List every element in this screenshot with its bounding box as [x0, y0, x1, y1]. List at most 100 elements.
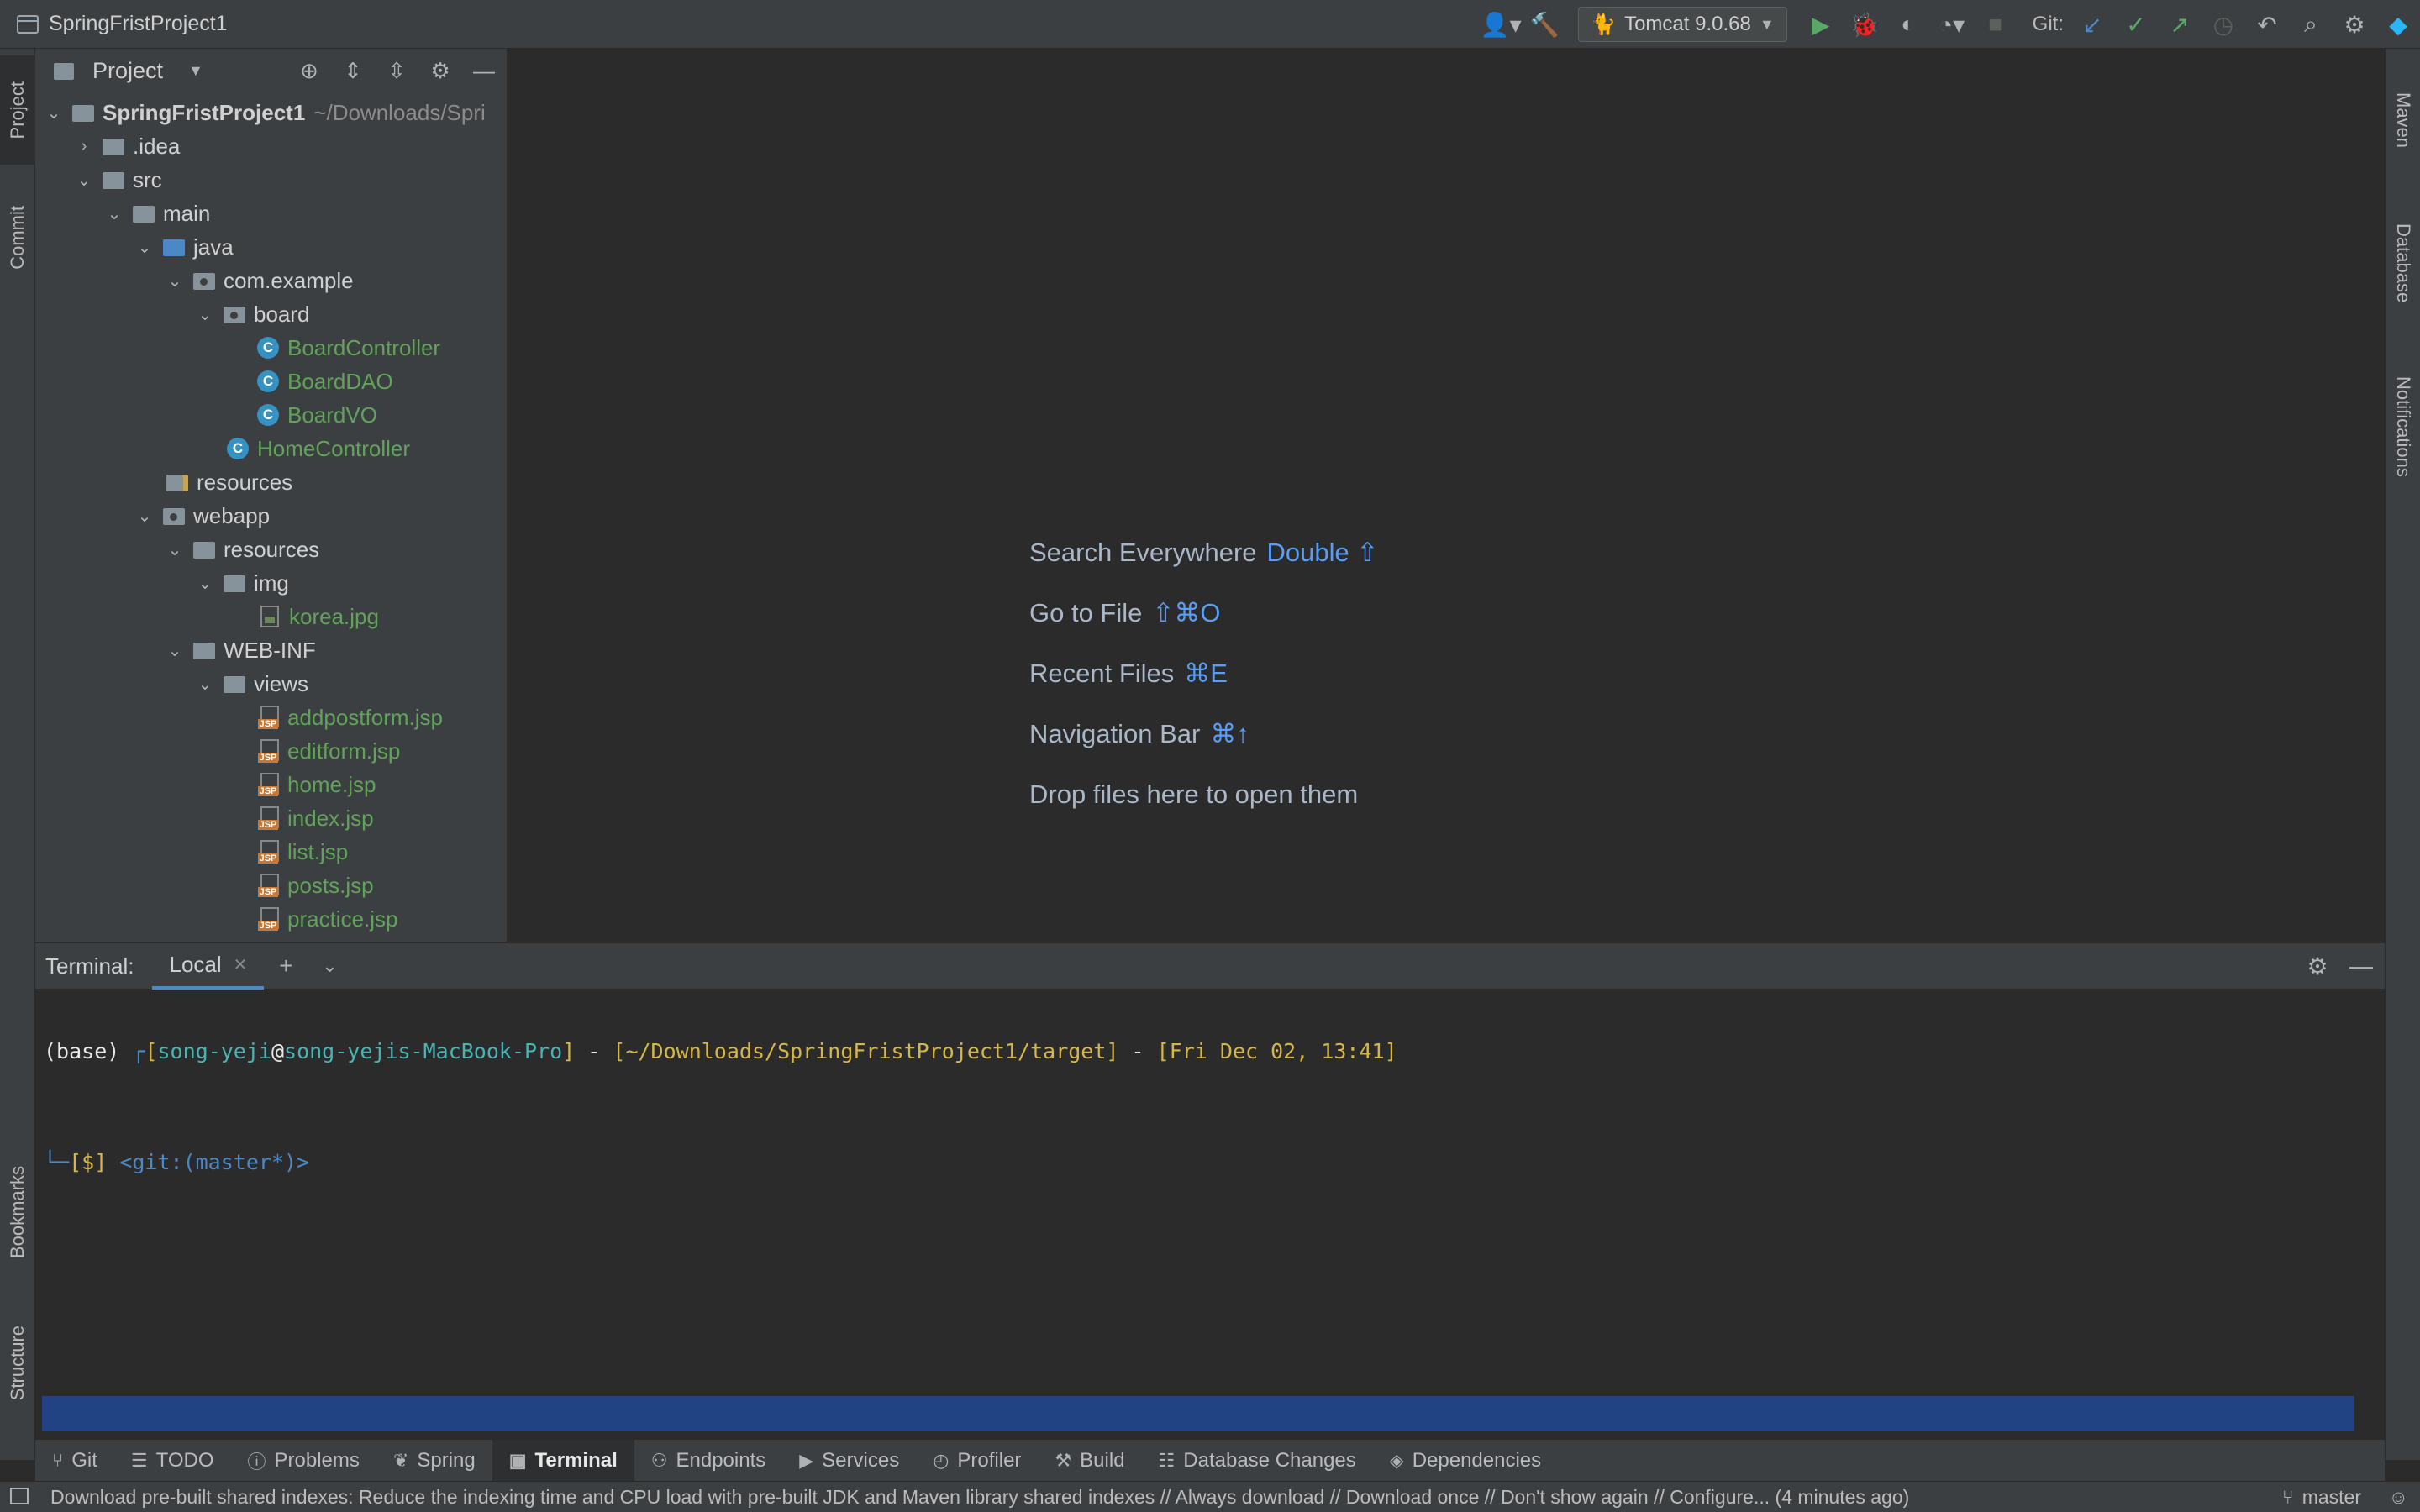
tree-item-img[interactable]: ⌄ img — [35, 566, 507, 600]
tool-tab-problems[interactable]: ⓘ Problems — [231, 1440, 376, 1482]
hint-shortcut: ⌘↑ — [1210, 719, 1249, 748]
tree-item-addpostform[interactable]: JSP addpostform.jsp — [35, 701, 507, 734]
tree-item-list[interactable]: JSP list.jsp — [35, 835, 507, 869]
terminal-settings-icon[interactable]: ⚙ — [2296, 942, 2339, 990]
debug-icon[interactable]: 🐞 — [1843, 0, 1886, 49]
chevron-down-icon[interactable]: ⌄ — [136, 506, 153, 527]
database-tool-tab[interactable]: Database — [2386, 183, 2420, 343]
chevron-down-icon[interactable]: ⌄ — [308, 942, 351, 990]
tree-item-practice[interactable]: JSP practice.jsp — [35, 902, 507, 936]
tree-item-boardvo[interactable]: C BoardVO — [35, 398, 507, 432]
tree-item-boarddao[interactable]: C BoardDAO — [35, 365, 507, 398]
maven-tool-tab[interactable]: Maven — [2386, 66, 2420, 175]
chevron-down-icon[interactable]: ⌄ — [166, 270, 183, 291]
tool-tab-label: Endpoints — [676, 1448, 766, 1472]
rollback-icon[interactable]: ↶ — [2245, 0, 2289, 49]
new-tab-plus-icon[interactable]: + — [264, 942, 308, 990]
expand-all-icon[interactable]: ⇕ — [337, 55, 369, 87]
run-config-select[interactable]: 🐈 Tomcat 9.0.68 ▼ — [1578, 7, 1787, 42]
tool-tab-git[interactable]: ⑂ Git — [35, 1440, 114, 1482]
chevron-down-icon[interactable]: ▼ — [188, 62, 203, 80]
stop-icon[interactable]: ■ — [1974, 0, 2018, 49]
commit-tool-tab[interactable]: Commit — [0, 183, 35, 292]
chevron-down-icon[interactable]: ⌄ — [197, 674, 213, 695]
project-panel-title[interactable]: Project — [92, 58, 163, 84]
terminal-line-2: └─[$] <git:(master*)> — [44, 1107, 2376, 1218]
hide-panel-icon[interactable]: — — [468, 55, 500, 87]
git-update-icon[interactable]: ↙ — [2070, 0, 2114, 49]
chevron-right-icon[interactable]: › — [76, 137, 92, 156]
project-tree: ⌄ SpringFristProject1 ~/Downloads/Spri ›… — [35, 96, 507, 936]
tree-item-korea-jpg[interactable]: korea.jpg — [35, 600, 507, 633]
tree-item-index[interactable]: JSP index.jsp — [35, 801, 507, 835]
terminal-tab-local[interactable]: Local ✕ — [152, 942, 265, 990]
tree-item-boardcontroller[interactable]: C BoardController — [35, 331, 507, 365]
search-icon[interactable]: ⌕ — [2289, 0, 2333, 49]
tree-item-src[interactable]: ⌄ src — [35, 163, 507, 197]
chevron-down-icon[interactable]: ⌄ — [106, 203, 123, 224]
tool-tab-dependencies[interactable]: ◈ Dependencies — [1373, 1440, 1558, 1482]
history-icon[interactable]: ◷ — [2202, 0, 2245, 49]
tree-item-root[interactable]: ⌄ SpringFristProject1 ~/Downloads/Spri — [35, 96, 507, 129]
build-hammer-icon[interactable]: 🔨 — [1523, 0, 1566, 49]
tree-item-editform[interactable]: JSP editform.jsp — [35, 734, 507, 768]
editor-area[interactable]: Search Everywhere Double ⇧ Go to File ⇧⌘O … — [508, 49, 2385, 942]
structure-tool-tab[interactable]: Structure — [0, 1300, 35, 1426]
tree-item-idea[interactable]: › .idea — [35, 129, 507, 163]
tree-item-posts[interactable]: JSP posts.jsp — [35, 869, 507, 902]
tool-tab-build[interactable]: ⚒ Build — [1038, 1440, 1141, 1482]
chevron-down-icon[interactable]: ⌄ — [76, 170, 92, 191]
tool-tab-todo[interactable]: ☰ TODO — [114, 1440, 231, 1482]
jetbrains-logo-icon[interactable]: ◆ — [2376, 0, 2420, 49]
tree-item-webapp[interactable]: ⌄ webapp — [35, 499, 507, 533]
settings-gear-icon[interactable]: ⚙ — [2333, 0, 2376, 49]
project-title[interactable]: SpringFristProject1 — [0, 12, 228, 36]
collapse-all-icon[interactable]: ⇳ — [381, 55, 413, 87]
hint-drop-files: Drop files here to open them — [1029, 780, 1358, 810]
tree-item-java[interactable]: ⌄ java — [35, 230, 507, 264]
tree-item-board[interactable]: ⌄ board — [35, 297, 507, 331]
tree-item-main[interactable]: ⌄ main — [35, 197, 507, 230]
project-tool-tab[interactable]: Project — [0, 55, 35, 165]
locate-icon[interactable]: ⊕ — [293, 55, 325, 87]
tool-tab-services[interactable]: ▶ Services — [782, 1440, 916, 1482]
chevron-down-icon[interactable]: ⌄ — [136, 237, 153, 258]
coverage-icon[interactable]: ◐ — [1886, 0, 1930, 49]
chevron-down-icon[interactable]: ⌄ — [166, 640, 183, 661]
status-message[interactable]: Download pre-built shared indexes: Reduc… — [50, 1486, 1909, 1509]
panel-settings-icon[interactable]: ⚙ — [424, 55, 456, 87]
tool-tab-spring[interactable]: ❦ Spring — [376, 1440, 492, 1482]
tree-item-resources[interactable]: resources — [35, 465, 507, 499]
chevron-down-icon[interactable]: ⌄ — [197, 304, 213, 325]
notifications-icon[interactable]: ☺ — [2389, 1486, 2408, 1509]
chevron-down-icon[interactable]: ⌄ — [197, 573, 213, 594]
tool-tab-endpoints[interactable]: ⚇ Endpoints — [634, 1440, 782, 1482]
tool-tab-profiler[interactable]: ◴ Profiler — [916, 1440, 1038, 1482]
profile-icon[interactable]: ◔▾ — [1930, 0, 1974, 49]
account-icon[interactable]: 👤▾ — [1479, 0, 1523, 49]
tree-item-webapp-resources[interactable]: ⌄ resources — [35, 533, 507, 566]
project-view-icon — [54, 63, 74, 80]
tree-item-views[interactable]: ⌄ views — [35, 667, 507, 701]
notifications-tool-tab[interactable]: Notifications — [2386, 326, 2420, 528]
close-icon[interactable]: ✕ — [234, 954, 248, 975]
tree-item-com-example[interactable]: ⌄ com.example — [35, 264, 507, 297]
run-icon[interactable]: ▶ — [1799, 0, 1843, 49]
terminal-horizontal-scrollbar[interactable] — [42, 1396, 2354, 1431]
chevron-down-icon[interactable]: ⌄ — [166, 539, 183, 560]
git-commit-icon[interactable]: ✓ — [2114, 0, 2158, 49]
bookmarks-tool-tab[interactable]: Bookmarks — [0, 1141, 35, 1284]
toggle-tool-windows-icon[interactable] — [10, 1488, 29, 1504]
git-branch-widget[interactable]: ⑂ master — [2282, 1486, 2361, 1509]
tree-item-web-inf[interactable]: ⌄ WEB-INF — [35, 633, 507, 667]
git-label: Git: — [2032, 13, 2064, 35]
chevron-down-icon[interactable]: ⌄ — [45, 102, 62, 123]
terminal-output[interactable]: (base) ┌[song-yeji@song-yejis-MacBook-Pr… — [35, 990, 2385, 1225]
tree-item-home[interactable]: JSP home.jsp — [35, 768, 507, 801]
tool-tab-terminal[interactable]: ▣ Terminal — [492, 1439, 634, 1482]
hide-terminal-icon[interactable]: — — [2339, 942, 2383, 990]
tool-tab-database-changes[interactable]: ☷ Database Changes — [1142, 1440, 1373, 1482]
git-push-icon[interactable]: ↗ — [2158, 0, 2202, 49]
hint-go-to-file: Go to File ⇧⌘O — [1029, 598, 1220, 628]
tree-item-homecontroller[interactable]: C HomeController — [35, 432, 507, 465]
